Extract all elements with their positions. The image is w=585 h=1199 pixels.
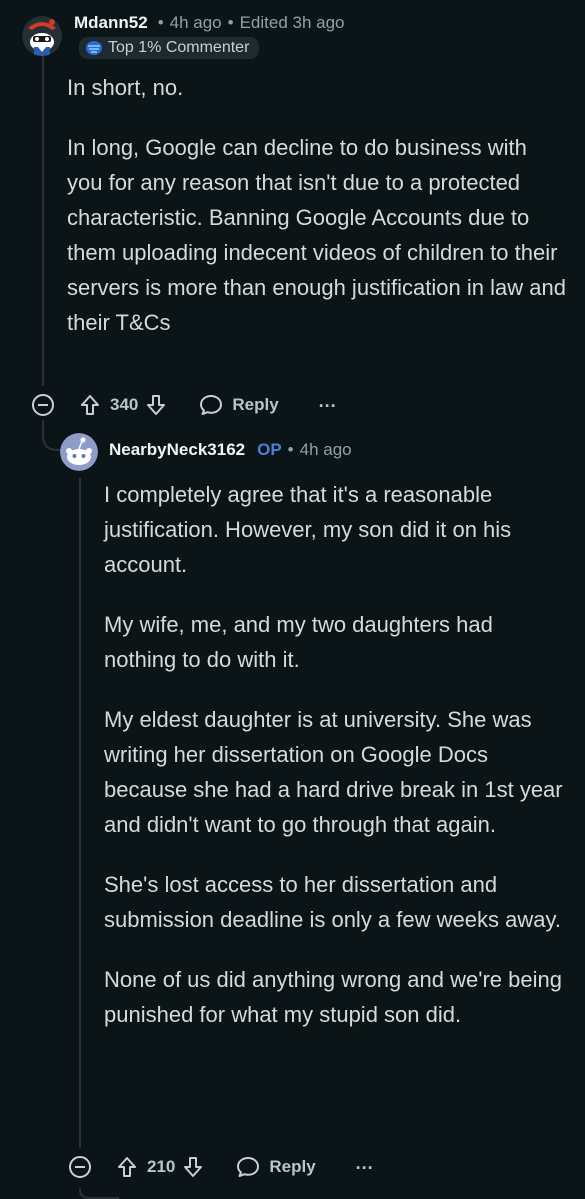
reply-button[interactable]: Reply: [198, 393, 279, 417]
reply-paragraph: My eldest daughter is at university. She…: [104, 707, 563, 837]
thread-line-reply[interactable]: [79, 478, 81, 1148]
comment-body: In short, no. In long, Google can declin…: [67, 70, 567, 365]
avatar[interactable]: [22, 16, 62, 56]
more-options-button[interactable]: ...: [319, 391, 337, 412]
comment-time: 4h ago: [169, 13, 222, 32]
reply-username[interactable]: NearbyNeck3162: [109, 440, 245, 460]
comment-actions: 340 Reply ...: [32, 391, 337, 417]
user-flair: Top 1% Commenter: [79, 37, 260, 59]
vote-score: 210: [147, 1157, 176, 1176]
reply-icon: [237, 1157, 260, 1177]
reply-button[interactable]: Reply: [235, 1155, 316, 1179]
upvote-icon[interactable]: [117, 1156, 137, 1178]
comment-meta: Mdann52 • 4h ago • Edited 3h ago: [74, 13, 345, 33]
top-commenter-icon: [86, 41, 102, 55]
reply-paragraph: None of us did anything wrong and we're …: [104, 967, 562, 1027]
comment-paragraph: In long, Google can decline to do busine…: [67, 135, 566, 335]
comment-username[interactable]: Mdann52: [74, 13, 148, 33]
comment-edited: Edited 3h ago: [239, 13, 345, 32]
flair-text: Top 1% Commenter: [108, 39, 250, 56]
reply-time: 4h ago: [299, 440, 352, 459]
meta-separator: •: [287, 440, 294, 459]
thread-line-main[interactable]: [42, 56, 44, 386]
thread-connector-next: [79, 1188, 119, 1199]
downvote-icon[interactable]: [183, 1156, 203, 1178]
reply-actions: 210 Reply ...: [69, 1153, 374, 1179]
upvote-icon[interactable]: [80, 394, 100, 416]
vote-score: 340: [110, 395, 139, 414]
reply-label: Reply: [269, 1157, 316, 1176]
reply-label: Reply: [232, 395, 279, 414]
reply-icon: [200, 395, 223, 415]
comment-paragraph: In short, no.: [67, 75, 184, 100]
more-options-button[interactable]: ...: [356, 1153, 374, 1174]
reply-paragraph: She's lost access to her dissertation an…: [104, 872, 561, 932]
collapse-button[interactable]: [69, 1156, 91, 1178]
reply-body: I completely agree that it's a reasonabl…: [104, 477, 564, 1057]
reply-paragraph: I completely agree that it's a reasonabl…: [104, 482, 512, 577]
reply-paragraph: My wife, me, and my two daughters had no…: [104, 612, 493, 672]
reply-meta: NearbyNeck3162 OP • 4h ago: [109, 440, 352, 460]
reply-avatar[interactable]: [60, 433, 98, 471]
downvote-icon[interactable]: [146, 394, 166, 416]
collapse-button[interactable]: [32, 394, 54, 416]
op-badge: OP: [257, 440, 282, 459]
meta-separator: •: [227, 13, 234, 32]
meta-separator: •: [157, 13, 164, 32]
